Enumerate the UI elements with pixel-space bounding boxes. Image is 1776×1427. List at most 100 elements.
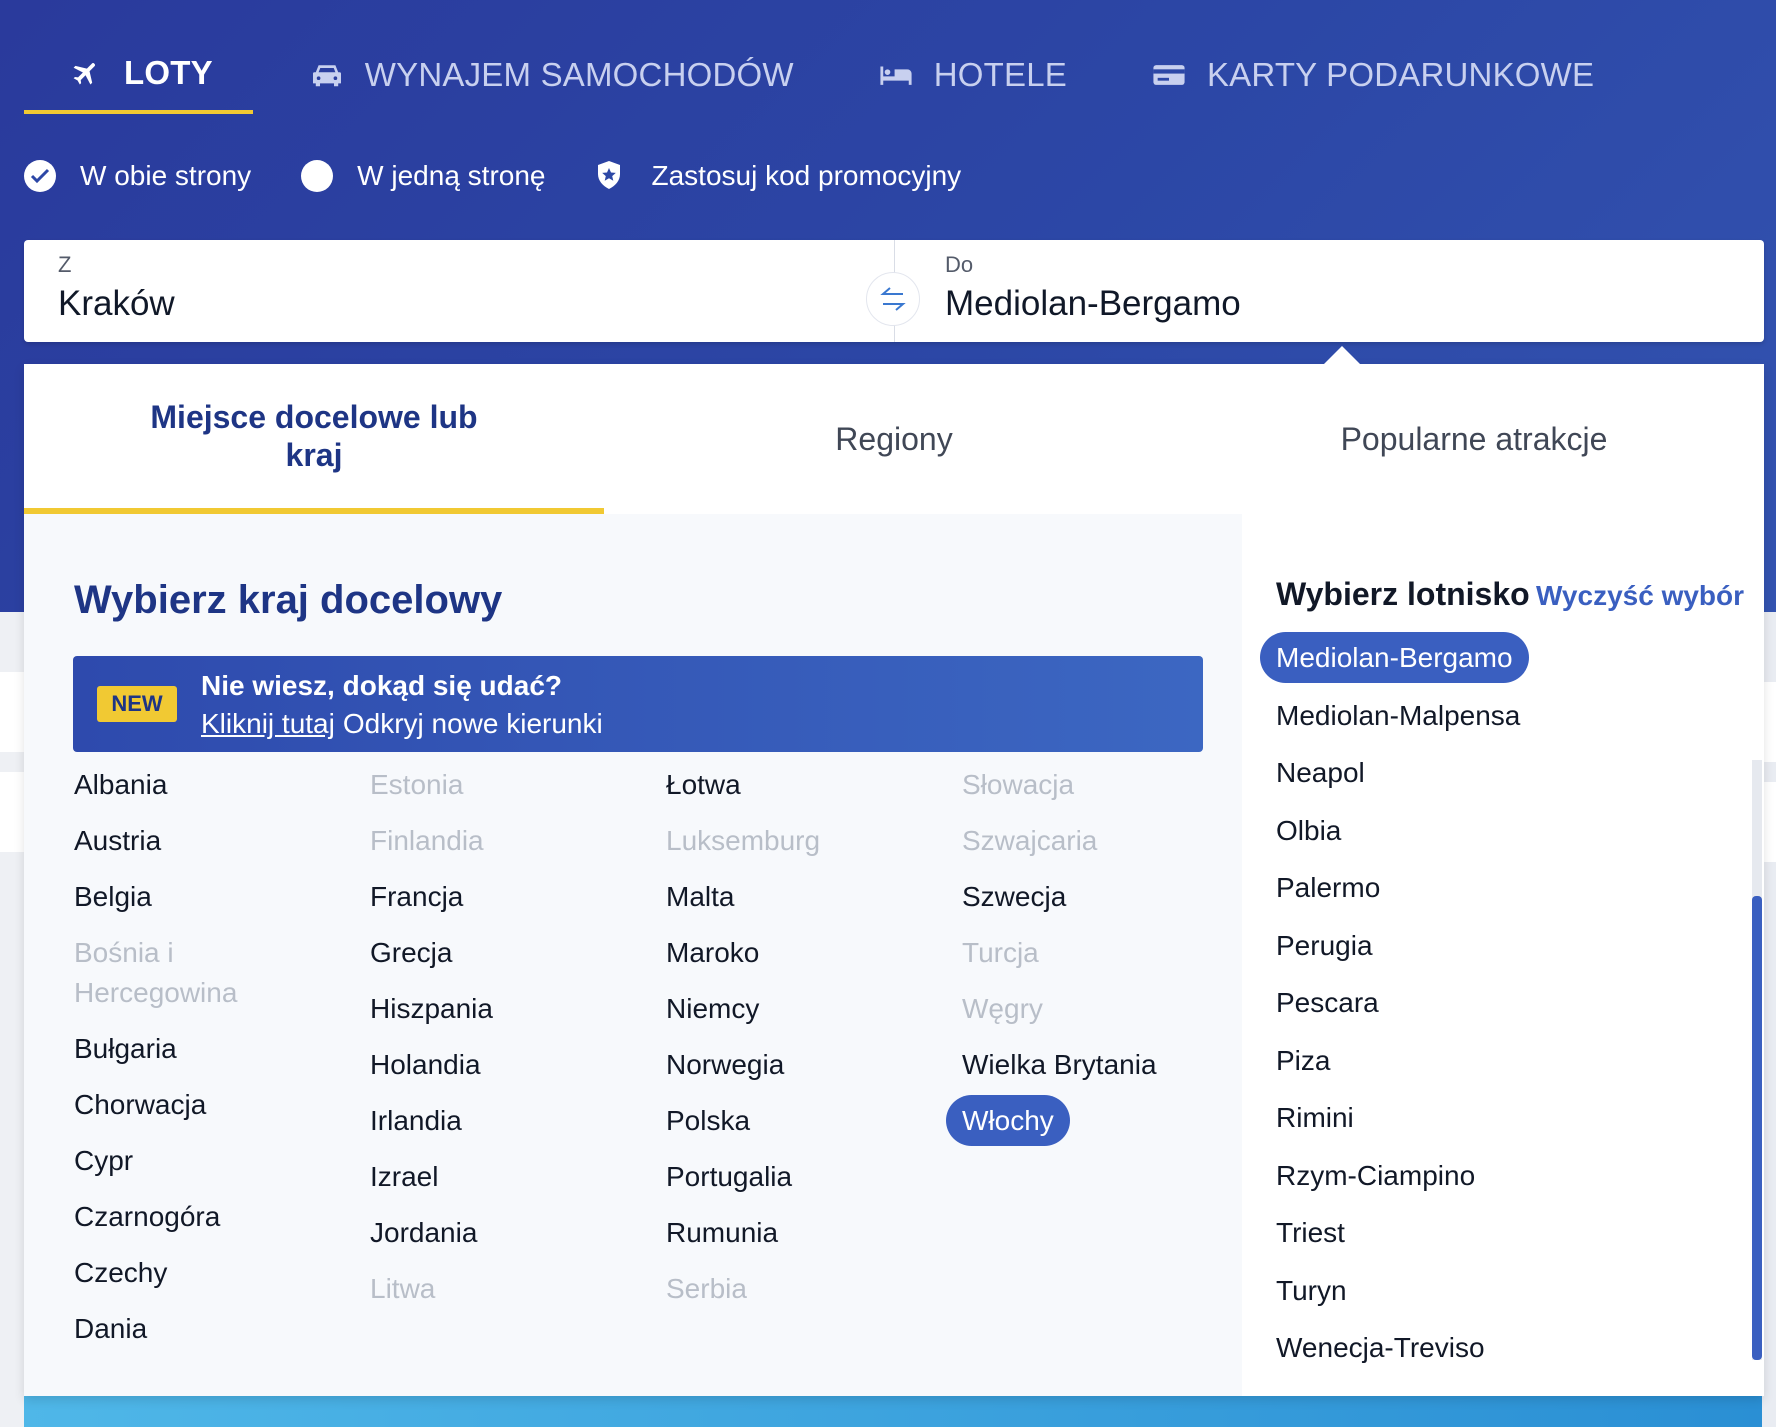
origin-label: Z <box>58 252 72 277</box>
promo-code-option[interactable]: Zastosuj kod promocyjny <box>596 160 962 192</box>
one-way-option[interactable]: W jedną stronę <box>301 160 546 192</box>
country-item[interactable]: Hiszpania <box>370 985 666 1041</box>
country-item[interactable]: Dania <box>74 1305 370 1361</box>
country-item-disabled: Węgry <box>962 993 1043 1024</box>
airport-item[interactable]: Neapol <box>1276 745 1736 803</box>
country-column: Słowacja Szwajcaria Szwecja Turcja Węgry… <box>946 761 1258 1153</box>
bed-icon <box>878 60 914 90</box>
checked-radio-icon <box>24 160 56 192</box>
country-item[interactable]: Malta <box>666 873 962 929</box>
background-card <box>0 772 26 852</box>
destination-input[interactable]: Mediolan-Bergamo <box>945 284 1241 324</box>
country-item[interactable]: Francja <box>370 873 666 929</box>
country-item[interactable]: Belgia <box>74 873 370 929</box>
country-item-disabled: Turcja <box>962 937 1039 968</box>
country-item[interactable]: Jordania <box>370 1209 666 1265</box>
country-item[interactable]: Grecja <box>370 929 666 985</box>
country-item[interactable]: Maroko <box>666 929 962 985</box>
country-item[interactable]: Chorwacja <box>74 1081 370 1137</box>
country-item[interactable]: Izrael <box>370 1153 666 1209</box>
country-column: Estonia Finlandia Francja Grecja Hiszpan… <box>370 761 666 1321</box>
airport-item[interactable]: Wenecja-Treviso <box>1276 1320 1736 1378</box>
country-item-disabled: Luksemburg <box>666 825 821 856</box>
tab-gift-cards[interactable]: KARTY PODARUNKOWE <box>1107 36 1634 114</box>
destination-label: Do <box>945 252 974 277</box>
round-trip-label: W obie strony <box>80 160 252 191</box>
country-item-disabled: Estonia <box>370 769 464 800</box>
country-item[interactable]: Holandia <box>370 1041 666 1097</box>
trip-type-options: W obie strony W jedną stronę Zastosuj ko… <box>24 154 1011 198</box>
country-item[interactable]: Portugalia <box>666 1153 962 1209</box>
country-item[interactable]: Wielka Brytania <box>962 1041 1258 1097</box>
destination-field[interactable]: Do Mediolan-Bergamo <box>894 240 1764 342</box>
swap-route-button[interactable] <box>866 272 920 326</box>
country-item-disabled: Finlandia <box>370 825 484 856</box>
airport-item[interactable]: Turyn <box>1276 1263 1736 1321</box>
country-item[interactable]: Czarnogóra <box>74 1193 370 1249</box>
banner-title: Nie wiesz, dokąd się udać? <box>201 670 563 701</box>
gift-card-icon <box>1151 60 1187 90</box>
banner-link[interactable]: Kliknij tutaj <box>201 708 335 739</box>
bottom-banner-strip <box>24 1396 1762 1427</box>
country-item[interactable]: Austria <box>74 817 370 873</box>
banner-subtext: Odkryj nowe kierunki <box>342 708 603 739</box>
new-badge: NEW <box>97 686 177 722</box>
tab-car-rental[interactable]: WYNAJEM SAMOCHODÓW <box>253 36 834 114</box>
country-item[interactable]: Bułgaria <box>74 1025 370 1081</box>
country-item[interactable]: Irlandia <box>370 1097 666 1153</box>
discover-banner[interactable]: NEW Nie wiesz, dokąd się udać? Kliknij t… <box>73 656 1203 752</box>
destination-tabs: Miejsce docelowe lub kraj Regiony Popula… <box>24 364 1764 514</box>
airport-pane: Wybierz lotnisko Wyczyść wybór Mediolan-… <box>1242 514 1764 1396</box>
airport-item-selected[interactable]: Mediolan-Bergamo <box>1260 630 1736 688</box>
tab-label: LOTY <box>124 54 213 91</box>
tab-popular-attractions[interactable]: Popularne atrakcje <box>1184 364 1764 514</box>
country-column: Łotwa Luksemburg Malta Maroko Niemcy Nor… <box>666 761 962 1321</box>
airport-heading: Wybierz lotnisko <box>1276 576 1530 612</box>
airport-item[interactable]: Triest <box>1276 1205 1736 1263</box>
product-tabs: LOTY WYNAJEM SAMOCHODÓW HOTELE KARTY POD… <box>24 36 1634 116</box>
shield-star-icon <box>596 160 622 192</box>
tab-label: WYNAJEM SAMOCHODÓW <box>364 56 794 93</box>
country-item[interactable]: Norwegia <box>666 1041 962 1097</box>
one-way-label: W jedną stronę <box>357 160 546 191</box>
country-item[interactable]: Albania <box>74 761 370 817</box>
country-item[interactable]: Niemcy <box>666 985 962 1041</box>
clear-selection-link[interactable]: Wyczyść wybór <box>1536 580 1744 612</box>
origin-field[interactable]: Z Kraków <box>24 240 894 342</box>
unchecked-radio-icon <box>301 160 334 192</box>
country-item[interactable]: Łotwa <box>666 761 962 817</box>
country-item[interactable]: Polska <box>666 1097 962 1153</box>
tab-destination-or-country[interactable]: Miejsce docelowe lub kraj <box>24 364 604 514</box>
round-trip-option[interactable]: W obie strony <box>24 160 251 192</box>
airport-item[interactable]: Palermo <box>1276 860 1736 918</box>
country-item-selected[interactable]: Włochy <box>946 1095 1258 1153</box>
airport-item[interactable]: Pescara <box>1276 975 1736 1033</box>
country-item[interactable]: Szwecja <box>962 873 1258 929</box>
airport-item[interactable]: Piza <box>1276 1033 1736 1091</box>
dropdown-caret <box>1322 346 1362 366</box>
destination-dropdown: Miejsce docelowe lub kraj Regiony Popula… <box>24 364 1764 1396</box>
tab-label: HOTELE <box>933 56 1067 93</box>
country-item[interactable]: Czechy <box>74 1249 370 1305</box>
airport-item[interactable]: Rimini <box>1276 1090 1736 1148</box>
airport-scrollbar-thumb[interactable] <box>1752 896 1762 1360</box>
airport-item[interactable]: Perugia <box>1276 918 1736 976</box>
country-item[interactable]: Rumunia <box>666 1209 962 1265</box>
country-item-disabled: Słowacja <box>962 769 1075 800</box>
country-pane: Wybierz kraj docelowy NEW Nie wiesz, dok… <box>24 514 1242 1396</box>
airport-item[interactable]: Mediolan-Malpensa <box>1276 688 1736 746</box>
airport-item[interactable]: Rzym-Ciampino <box>1276 1148 1736 1206</box>
tab-flights[interactable]: LOTY <box>24 36 253 114</box>
tab-regions[interactable]: Regiony <box>604 364 1184 514</box>
origin-input[interactable]: Kraków <box>58 284 175 324</box>
car-icon <box>309 60 345 90</box>
promo-code-label: Zastosuj kod promocyjny <box>651 160 962 191</box>
country-item[interactable]: Cypr <box>74 1137 370 1193</box>
airplane-icon <box>68 58 104 88</box>
country-column: Albania Austria Belgia Bośnia i Hercegow… <box>74 761 370 1361</box>
country-heading: Wybierz kraj docelowy <box>74 578 503 622</box>
tab-hotels[interactable]: HOTELE <box>834 36 1107 114</box>
airport-item[interactable]: Olbia <box>1276 803 1736 861</box>
background-strip-left <box>0 612 26 1427</box>
country-item-disabled: Litwa <box>370 1273 436 1304</box>
